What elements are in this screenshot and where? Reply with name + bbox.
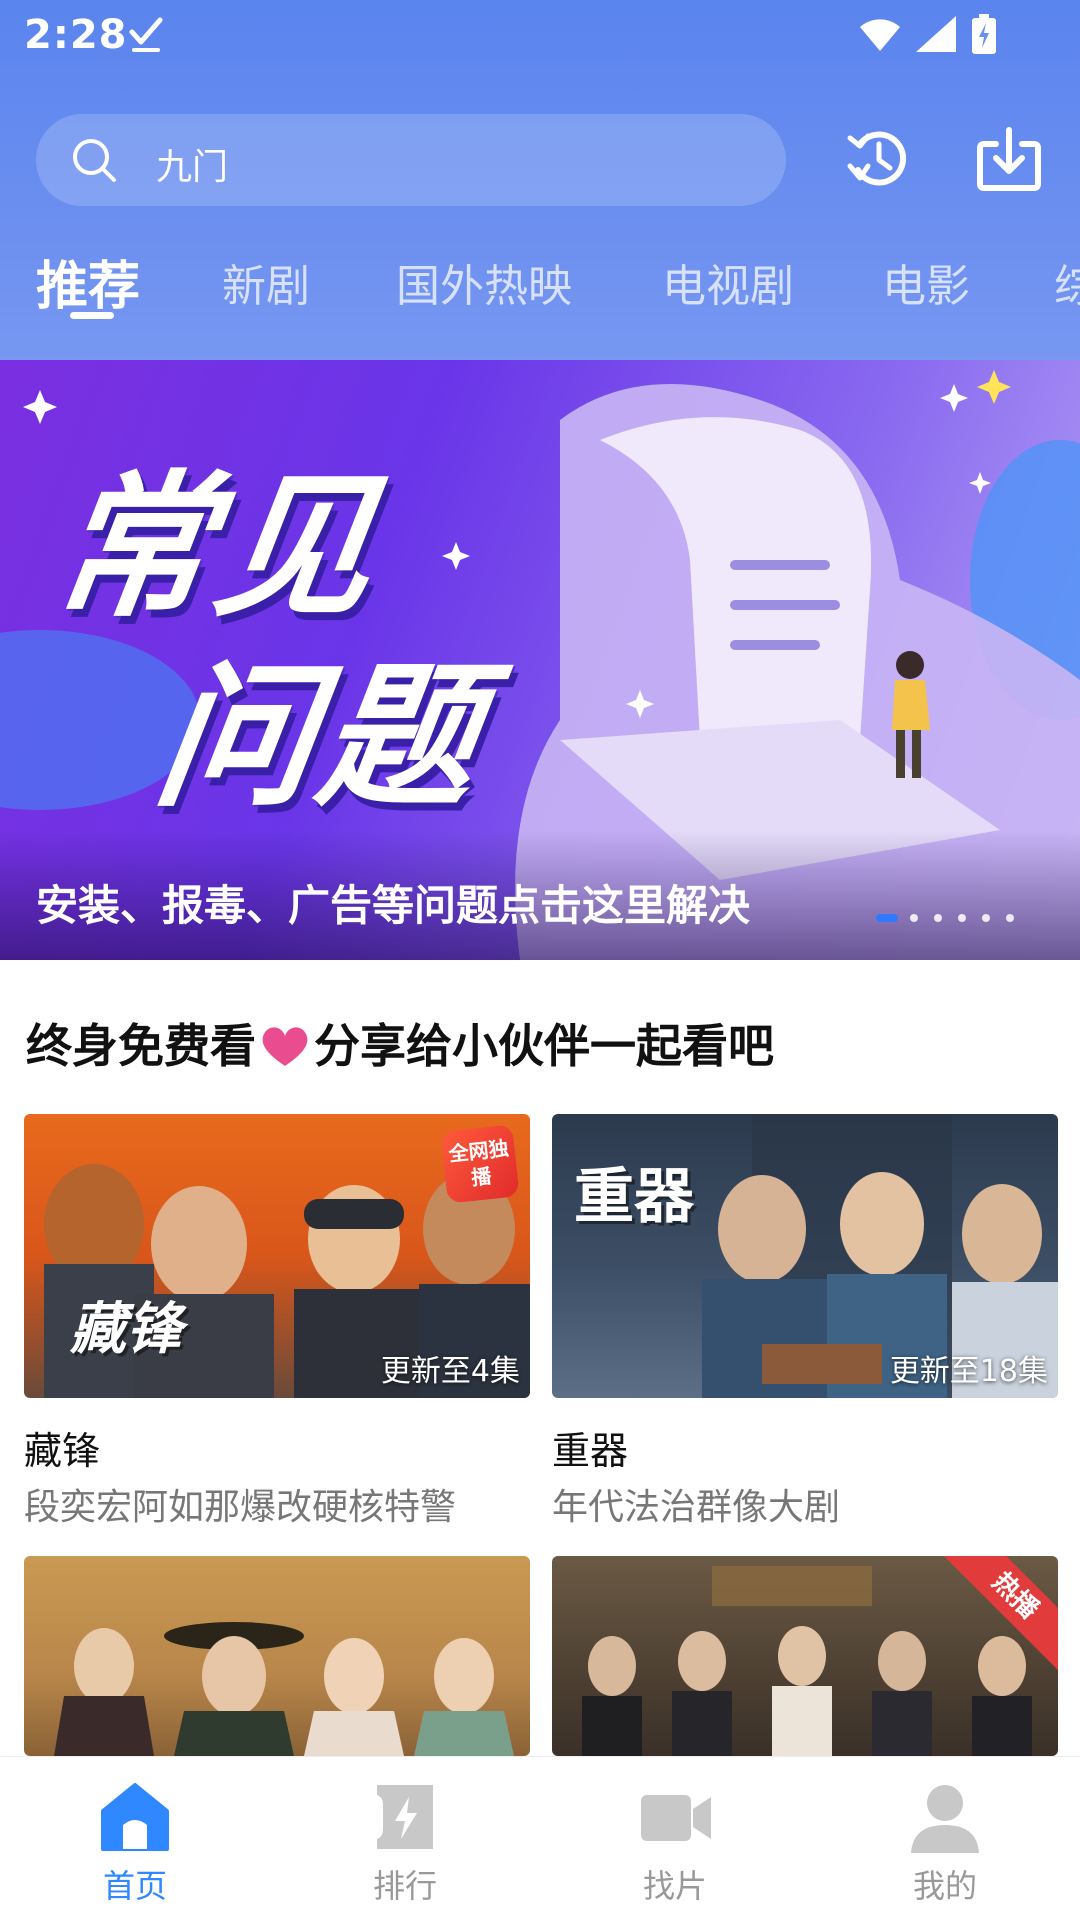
status-time: 2:28 [24,12,128,58]
card-title: 重器 [552,1429,629,1473]
tab-new-drama[interactable]: 新剧 [222,250,310,314]
nav-label: 我的 [912,1867,977,1905]
section-title-part1: 终身免费看 [26,1019,256,1073]
card-subtitle: 段奕宏阿如那爆改硬核特警 [24,1487,457,1528]
carousel-dot [982,914,990,922]
carousel-indicator [868,914,1036,928]
carousel-dot [934,914,942,922]
carousel-dot-active [876,914,898,922]
episode-badge: 更新至4集 [380,1354,520,1389]
tab-tv-series[interactable]: 电视剧 [662,250,794,314]
nav-label: 排行 [372,1867,437,1905]
tab-recommend[interactable]: 推荐 [36,244,140,319]
video-camera-icon [641,1795,711,1841]
ranking-icon [377,1785,433,1849]
exclusive-badge: 全网独播 [440,1124,520,1204]
drama-card[interactable]: 热播 [552,1556,1058,1756]
poster-title-art: 藏锋 [70,1297,182,1362]
app-root: 2:28 九门 推荐 新剧 国外热映 电视剧 电影 综 常见 问题 安装、报毒、… [0,0,1080,1920]
card-title: 藏锋 [24,1429,101,1473]
poster-title-art: 重器 [574,1162,694,1232]
nav-label: 找片 [642,1867,707,1905]
drama-card[interactable]: 藏锋 全网独播 更新至4集 藏锋 段奕宏阿如那爆改硬核特警 [24,1114,530,1534]
nav-ranking[interactable]: 排行 [270,1757,540,1920]
signal-icon [916,16,956,52]
section-title: 终身免费看 分享给小伙伴一起看吧 [26,1010,774,1076]
status-bar: 2:28 [0,0,1080,72]
battery-icon [972,14,996,54]
tab-foreign[interactable]: 国外热映 [396,250,572,314]
search-icon [73,139,116,182]
heart-icon [262,1027,308,1066]
banner-headline-line2: 问题 [145,646,496,828]
download-icon[interactable] [976,126,1042,192]
carousel-dot [1006,914,1014,922]
drama-card[interactable]: 重器 更新至18集 重器 年代法治群像大剧 [552,1114,1058,1534]
history-icon[interactable] [846,126,912,192]
nav-profile[interactable]: 我的 [810,1757,1080,1920]
status-icons [860,14,996,54]
category-tabs: 推荐 新剧 国外热映 电视剧 电影 综 [0,240,1080,330]
nav-home[interactable]: 首页 [0,1757,270,1920]
banner-caption: 安装、报毒、广告等问题点击这里解决 [36,881,751,930]
carousel-dot [910,914,918,922]
tab-variety[interactable]: 综 [1054,250,1080,314]
poster-image: 藏锋 全网独播 更新至4集 [24,1114,530,1398]
tab-indicator [70,312,114,319]
search-input[interactable]: 九门 [36,114,786,206]
poster-image [24,1556,530,1756]
poster-image: 热播 [552,1556,1058,1756]
header: 2:28 九门 推荐 新剧 国外热映 电视剧 电影 综 [0,0,1080,360]
wifi-icon [860,19,900,51]
bottom-navigation: 首页 排行 找片 我的 [0,1756,1080,1920]
nav-find[interactable]: 找片 [540,1757,810,1920]
tab-movie[interactable]: 电影 [882,250,970,314]
card-subtitle: 年代法治群像大剧 [552,1487,841,1528]
banner-headline-line1: 常见 [42,456,393,638]
episode-badge: 更新至18集 [889,1354,1048,1389]
section-title-part2: 分享给小伙伴一起看吧 [314,1019,774,1073]
profile-icon [911,1785,979,1853]
drama-card[interactable] [24,1556,530,1756]
carousel-dot [958,914,966,922]
poster-image: 重器 更新至18集 [552,1114,1058,1398]
home-icon [101,1783,169,1851]
nav-label: 首页 [102,1867,167,1905]
banner-carousel[interactable]: 常见 问题 安装、报毒、广告等问题点击这里解决 [0,360,1080,960]
download-complete-icon [129,17,163,52]
banner-headline: 常见 问题 [15,452,522,832]
poster-figures [54,1622,514,1756]
search-text: 九门 [156,147,229,188]
